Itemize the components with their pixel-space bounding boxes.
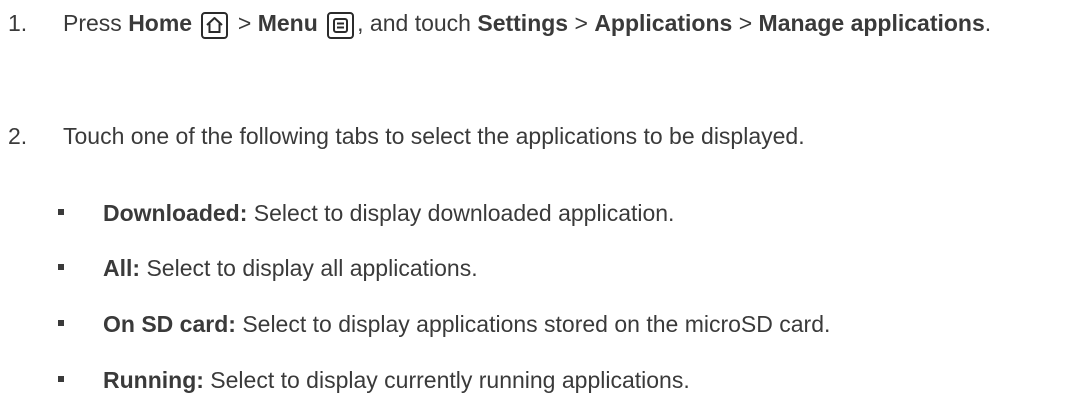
bullet-icon <box>58 320 64 326</box>
bullet-label: Downloaded: <box>103 200 248 226</box>
bullet-description: Select to display applications stored on… <box>242 311 831 337</box>
bullet-description: Select to display downloaded application… <box>253 200 675 226</box>
bullet-text: All: Select to display all applications. <box>103 253 478 283</box>
touch-text: , and touch <box>357 10 471 36</box>
bullet-label: Running: <box>103 367 204 393</box>
separator: > <box>574 10 588 36</box>
step-2: 2. Touch one of the following tabs to se… <box>8 115 1068 157</box>
settings-label: Settings <box>477 10 569 36</box>
bullet-text: Running: Select to display currently run… <box>103 365 690 395</box>
menu-label: Menu <box>257 10 318 36</box>
step-number: 1. <box>8 10 28 36</box>
bullet-label: On SD card: <box>103 311 236 337</box>
home-icon <box>201 12 229 39</box>
bullet-description: Select to display currently running appl… <box>210 367 690 393</box>
separator: > <box>738 10 753 36</box>
period: . <box>984 10 992 36</box>
bullet-text: Downloaded: Select to display downloaded… <box>103 198 674 228</box>
bullet-description: Select to display all applications. <box>146 255 478 281</box>
applications-label: Applications <box>594 10 733 36</box>
press-text: Press <box>63 10 122 36</box>
bullet-icon <box>58 264 64 270</box>
step-number: 2. <box>8 123 28 149</box>
bullet-text: On SD card: Select to display applicatio… <box>103 309 830 339</box>
step-text: Touch one of the following tabs to selec… <box>63 123 805 149</box>
bullet-label: All: <box>103 255 141 281</box>
step-1: 1. Press Home > Menu , and touch Setting… <box>8 2 1068 44</box>
bullet-icon <box>58 209 64 215</box>
manage-applications-label: Manage applications <box>758 10 985 36</box>
step-text: Press Home > Menu , and touch Settings >… <box>63 2 1068 44</box>
separator: > <box>237 10 252 36</box>
menu-icon <box>327 12 355 39</box>
home-label: Home <box>128 10 193 36</box>
bullet-icon <box>58 376 64 382</box>
